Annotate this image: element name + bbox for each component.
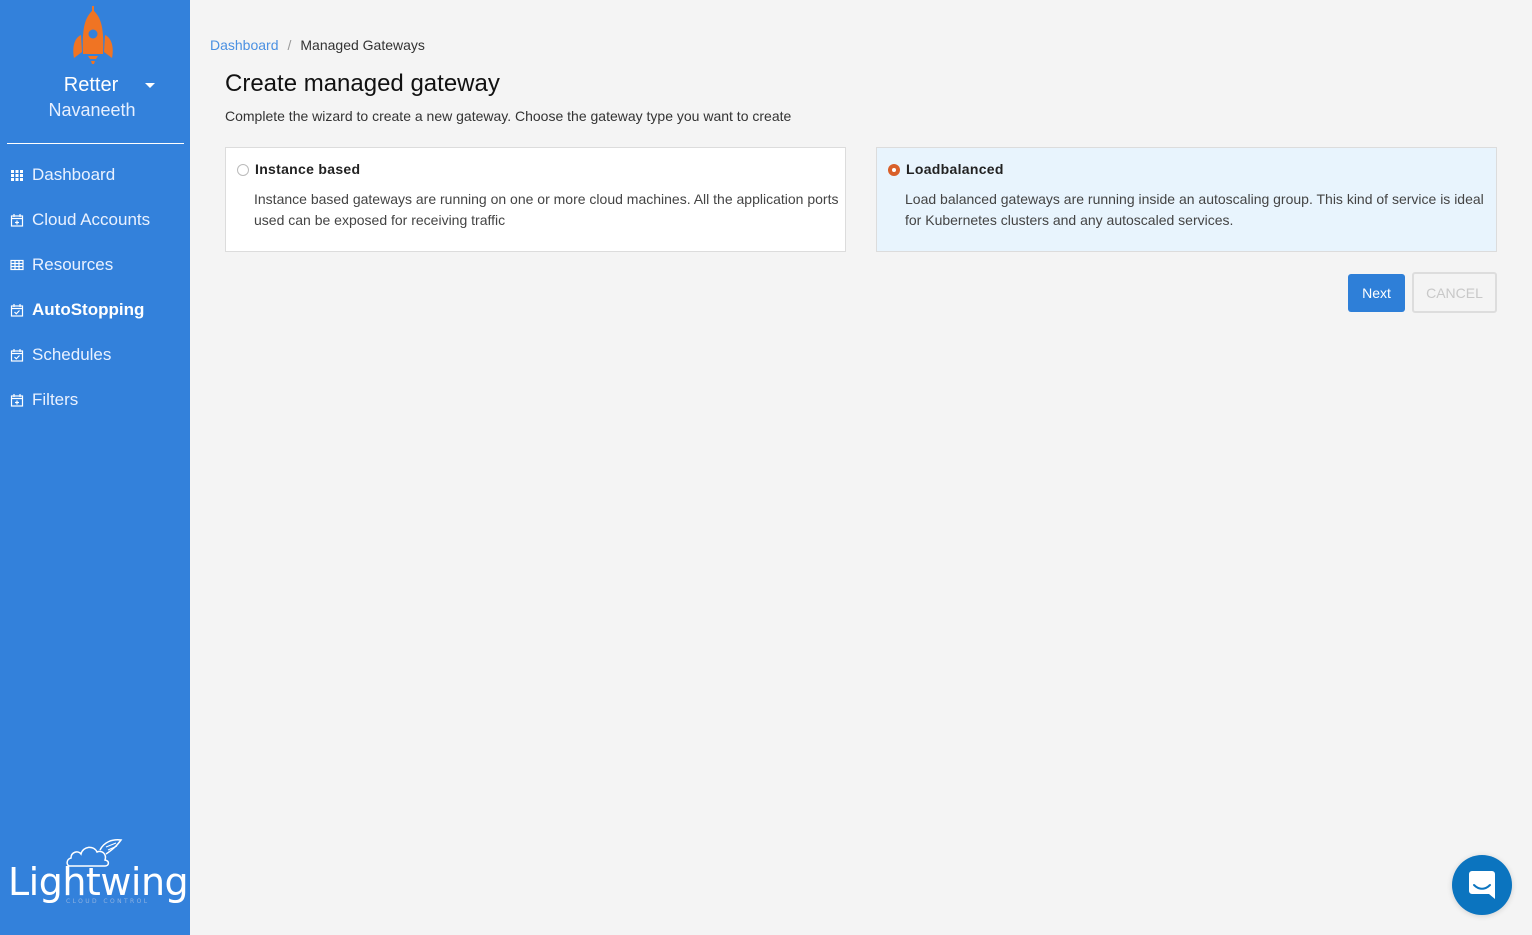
chat-icon xyxy=(1469,871,1495,899)
sidebar-item-cloud-accounts[interactable]: Cloud Accounts xyxy=(0,197,190,242)
sidebar-nav: Dashboard Cloud Accounts Resources AutoS… xyxy=(0,152,190,422)
lightwing-logo: Lightwing CLOUD CONTROL xyxy=(8,838,189,908)
option-card-loadbalanced[interactable]: Loadbalanced Load balanced gateways are … xyxy=(876,147,1497,252)
sidebar: Retter Navaneeth Dashboard Cloud Account… xyxy=(0,0,190,935)
main-content: Dashboard / Managed Gateways Create mana… xyxy=(190,0,1532,935)
sidebar-item-schedules[interactable]: Schedules xyxy=(0,332,190,377)
radio-instance-based[interactable] xyxy=(237,164,249,176)
sidebar-item-resources[interactable]: Resources xyxy=(0,242,190,287)
breadcrumb: Dashboard / Managed Gateways xyxy=(210,37,425,53)
breadcrumb-current: Managed Gateways xyxy=(300,37,425,53)
divider xyxy=(7,143,184,144)
breadcrumb-link-dashboard[interactable]: Dashboard xyxy=(210,37,279,53)
sidebar-item-label: Dashboard xyxy=(32,164,116,184)
brand-area: Retter Navaneeth xyxy=(0,0,190,145)
page-title: Create managed gateway xyxy=(225,70,500,97)
sidebar-item-dashboard[interactable]: Dashboard xyxy=(0,152,190,197)
org-dropdown-caret-icon[interactable] xyxy=(145,83,155,88)
sidebar-item-label: Schedules xyxy=(32,344,112,364)
user-name: Navaneeth xyxy=(48,100,136,120)
next-button[interactable]: Next xyxy=(1348,274,1405,312)
table-icon xyxy=(10,258,24,272)
sidebar-item-filters[interactable]: Filters xyxy=(0,377,190,422)
cancel-button[interactable]: CANCEL xyxy=(1412,272,1497,313)
option-description: Load balanced gateways are running insid… xyxy=(905,191,1484,228)
option-card-instance-based[interactable]: Instance based Instance based gateways a… xyxy=(225,147,846,252)
calendar-check-icon xyxy=(10,348,24,362)
logo-tagline: CLOUD CONTROL xyxy=(66,898,150,905)
sidebar-item-label: Resources xyxy=(32,254,114,274)
sidebar-item-autostopping[interactable]: AutoStopping xyxy=(0,287,190,332)
rocket-logo-icon xyxy=(73,6,113,64)
sidebar-item-label: Filters xyxy=(32,389,79,409)
chat-launcher-button[interactable] xyxy=(1452,855,1512,915)
option-description: Instance based gateways are running on o… xyxy=(254,191,839,228)
option-title: Loadbalanced xyxy=(906,161,1004,177)
breadcrumb-separator: / xyxy=(287,37,292,53)
page-subtitle: Complete the wizard to create a new gate… xyxy=(225,108,792,124)
radio-loadbalanced[interactable] xyxy=(888,164,900,176)
calendar-plus-icon xyxy=(10,213,24,227)
sidebar-item-label: Cloud Accounts xyxy=(32,209,151,229)
sidebar-item-label: AutoStopping xyxy=(32,299,145,319)
option-title: Instance based xyxy=(255,161,361,177)
calendar-check-icon xyxy=(10,303,24,317)
grid-icon xyxy=(10,168,24,182)
calendar-plus-icon xyxy=(10,393,24,407)
